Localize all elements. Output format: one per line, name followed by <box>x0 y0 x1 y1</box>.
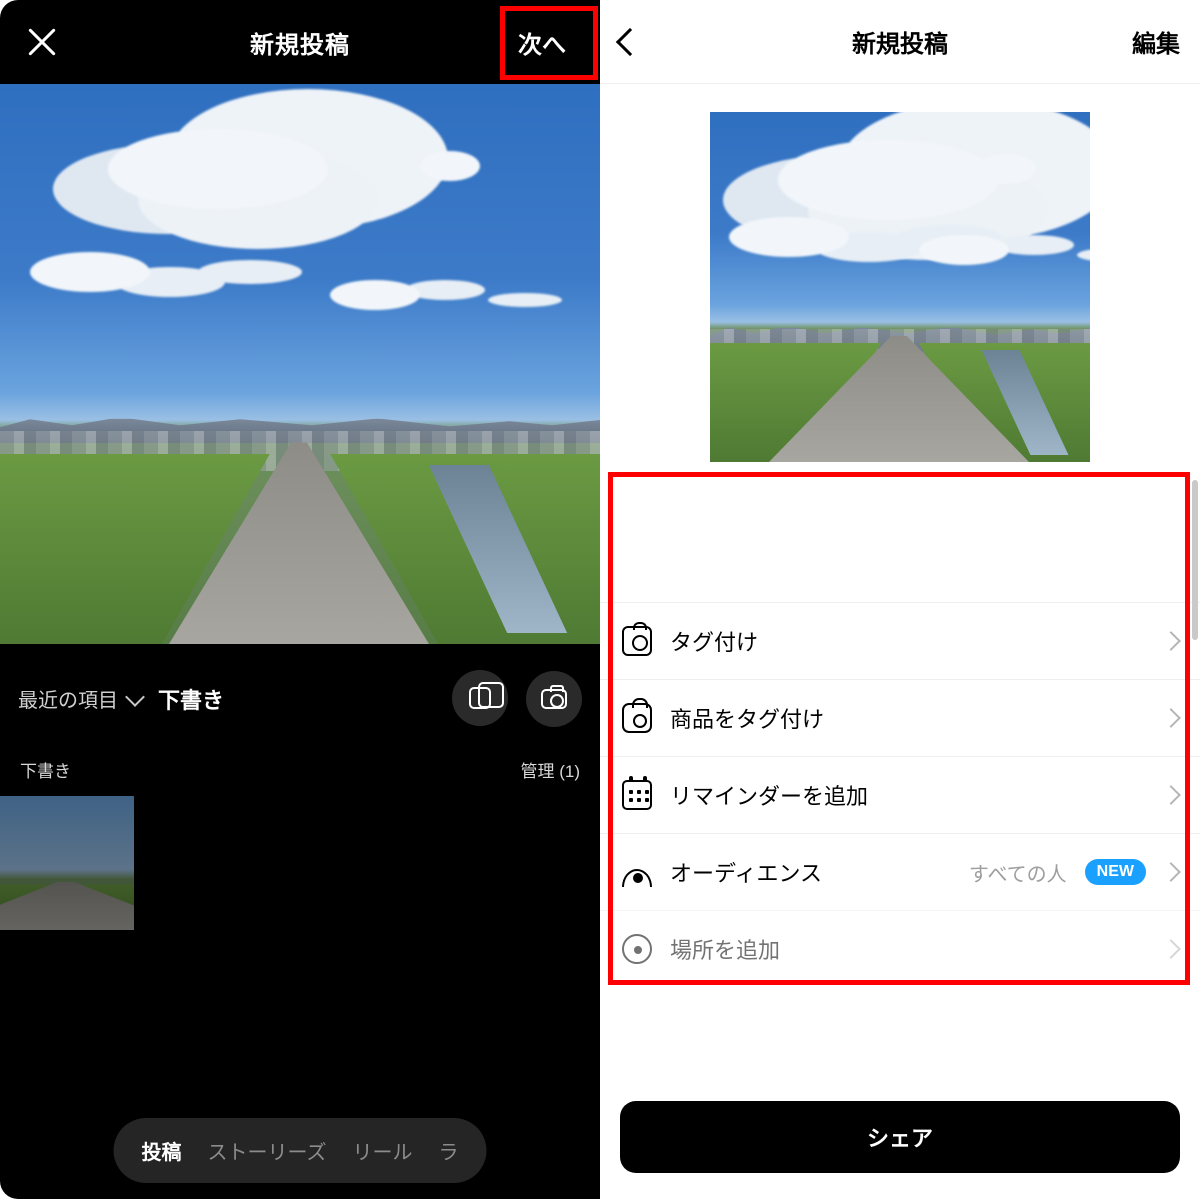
back-icon[interactable] <box>616 27 644 55</box>
picker-pane: 新規投稿 次へ 最近の項目 下書き 下書き 管理 (1) <box>0 0 600 1199</box>
drafts-section-header: 下書き 管理 (1) <box>0 753 600 790</box>
mode-live[interactable]: ラ <box>439 1136 459 1165</box>
chevron-right-icon <box>1161 631 1181 651</box>
chevron-right-icon <box>1161 862 1181 882</box>
option-audience[interactable]: オーディエンス すべての人 NEW <box>600 833 1200 910</box>
page-title: 新規投稿 <box>852 24 948 59</box>
caption-input[interactable] <box>600 462 1200 602</box>
option-tag-people[interactable]: タグ付け <box>600 602 1200 679</box>
audience-value: すべての人 <box>969 858 1067 887</box>
selected-photo-preview[interactable] <box>0 84 600 644</box>
mode-post[interactable]: 投稿 <box>142 1136 182 1165</box>
option-add-reminder[interactable]: リマインダーを追加 <box>600 756 1200 833</box>
option-label: タグ付け <box>670 625 1146 657</box>
shopping-bag-icon <box>622 703 652 733</box>
audience-icon <box>622 869 652 887</box>
album-label: 最近の項目 <box>18 684 118 713</box>
compose-header: 新規投稿 編集 <box>600 0 1200 84</box>
multi-select-icon <box>469 687 491 709</box>
location-icon <box>622 934 652 964</box>
draft-thumbnail[interactable] <box>0 796 134 930</box>
option-label: オーディエンス <box>670 856 951 888</box>
drafts-tab[interactable]: 下書き <box>158 683 224 715</box>
option-label: リマインダーを追加 <box>670 779 1146 811</box>
album-picker[interactable]: 最近の項目 下書き <box>18 683 224 715</box>
picker-actions <box>438 670 582 727</box>
chevron-right-icon <box>1161 939 1181 959</box>
multi-select-button[interactable] <box>452 670 508 726</box>
next-button[interactable]: 次へ <box>508 15 576 70</box>
share-button[interactable]: シェア <box>620 1101 1180 1173</box>
share-bar: シェア <box>600 1085 1200 1199</box>
album-bar: 最近の項目 下書き <box>0 644 600 753</box>
chevron-right-icon <box>1161 785 1181 805</box>
tag-people-icon <box>622 626 652 656</box>
thumbnail-grid <box>0 790 600 935</box>
option-tag-products[interactable]: 商品をタグ付け <box>600 679 1200 756</box>
edit-button[interactable]: 編集 <box>1132 24 1180 59</box>
chevron-down-icon <box>125 687 145 707</box>
option-add-location[interactable]: 場所を追加 <box>600 910 1200 987</box>
manage-drafts-link[interactable]: 管理 (1) <box>521 757 581 782</box>
mode-switcher[interactable]: 投稿 ストーリーズ リール ラ <box>114 1118 487 1183</box>
option-label: 商品をタグ付け <box>670 702 1146 734</box>
camera-button[interactable] <box>526 671 582 727</box>
picker-header: 新規投稿 次へ <box>0 0 600 84</box>
calendar-icon <box>622 780 652 810</box>
mode-stories[interactable]: ストーリーズ <box>208 1136 327 1165</box>
option-label: 場所を追加 <box>670 933 1146 965</box>
compose-photo-preview[interactable] <box>710 112 1090 462</box>
scroll-indicator <box>1192 480 1198 640</box>
drafts-section-title: 下書き <box>20 757 71 782</box>
compose-pane: 新規投稿 編集 タグ付け 商品をタグ付け <box>600 0 1200 1199</box>
compose-options: タグ付け 商品をタグ付け リマインダーを追加 オーディエンス すべての人 NEW <box>600 462 1200 1085</box>
chevron-right-icon <box>1161 708 1181 728</box>
new-badge: NEW <box>1085 859 1146 885</box>
mode-reels[interactable]: リール <box>353 1136 413 1165</box>
page-title: 新規投稿 <box>250 25 350 60</box>
close-icon[interactable] <box>24 24 60 60</box>
camera-icon <box>541 689 567 709</box>
